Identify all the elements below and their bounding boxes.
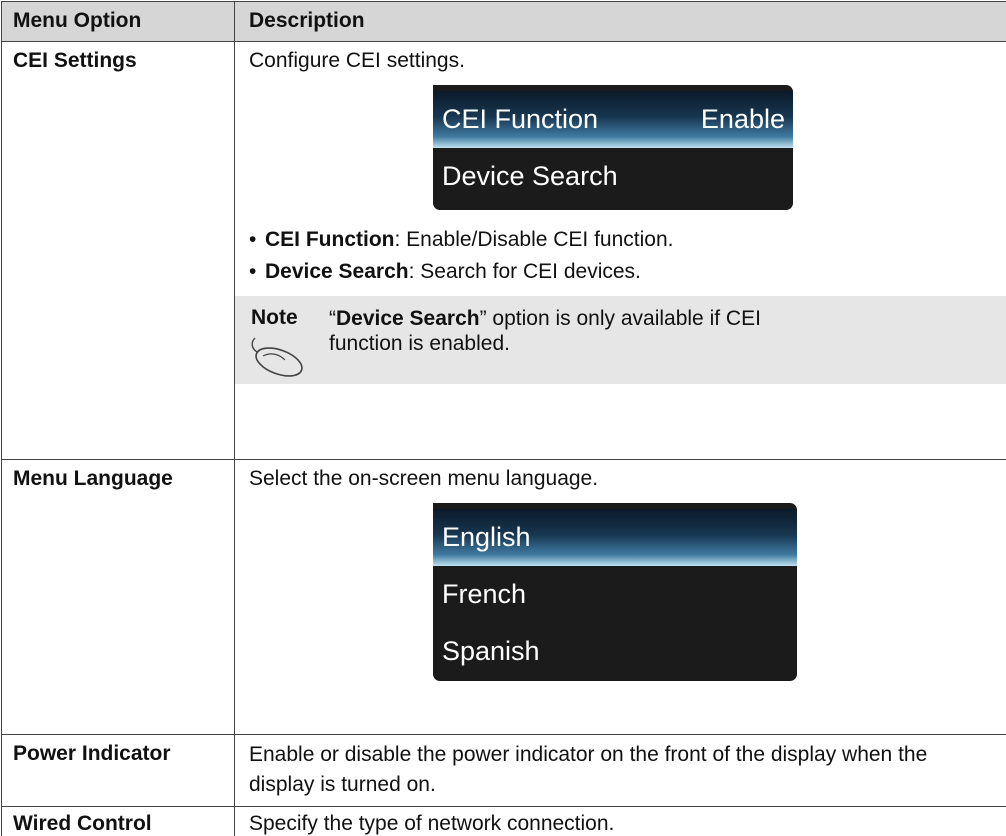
osd-item-spanish[interactable]: Spanish	[433, 623, 797, 680]
osd-item-label: Device Search	[442, 161, 618, 191]
table-row: Menu Language Select the on-screen menu …	[2, 460, 1006, 735]
bullet-text: : Enable/Disable CEI function.	[394, 228, 674, 251]
description-menu-language: Select the on-screen menu language. Engl…	[235, 460, 1006, 734]
note-bold-term: Device Search	[336, 307, 480, 330]
osd-item-device-search[interactable]: Device Search	[433, 148, 793, 205]
table-row: Power Indicator Enable or disable the po…	[2, 735, 1006, 807]
osd-item-french[interactable]: French	[433, 566, 797, 623]
cei-bullet-list: • CEI Function: Enable/Disable CEI functi…	[249, 224, 1006, 288]
language-osd-menu: English French Spanish	[433, 503, 797, 681]
bullet-dot: •	[249, 260, 257, 283]
table-header: Menu Option Description	[2, 2, 1006, 42]
header-description: Description	[249, 9, 365, 32]
list-item: • CEI Function: Enable/Disable CEI functi…	[249, 224, 1006, 256]
bullet-dot: •	[249, 228, 257, 251]
option-cei-settings: CEI Settings	[2, 42, 235, 459]
table-row: CEI Settings Configure CEI settings. CEI…	[2, 42, 1006, 460]
option-power-indicator: Power Indicator	[2, 735, 235, 806]
cei-description-text: Configure CEI settings.	[249, 49, 465, 72]
bullet-term: CEI Function	[265, 228, 395, 251]
osd-item-label: English	[442, 522, 531, 552]
menu-options-table: Menu Option Description CEI Settings Con…	[1, 1, 1006, 836]
language-description-text: Select the on-screen menu language.	[249, 467, 599, 490]
note-label: Note	[251, 306, 298, 329]
bullet-text: : Search for CEI devices.	[408, 260, 641, 283]
list-item: • Device Search: Search for CEI devices.	[249, 256, 1006, 288]
option-wired-control: Wired Control	[2, 807, 235, 836]
cei-osd-menu: CEI Function Enable Device Search	[433, 85, 793, 210]
osd-item-english[interactable]: English	[433, 509, 797, 566]
description-power-indicator: Enable or disable the power indicator on…	[249, 743, 928, 796]
description-cei-settings: Configure CEI settings. CEI Function Ena…	[235, 42, 1006, 459]
option-menu-language: Menu Language	[2, 460, 235, 734]
note-text: “Device Search” option is only available…	[329, 306, 809, 356]
osd-item-label: Spanish	[442, 636, 540, 666]
bullet-term: Device Search	[265, 260, 409, 283]
osd-item-label: CEI Function	[442, 104, 599, 134]
note-open-quote: “	[329, 307, 336, 330]
osd-item-label: French	[442, 579, 527, 609]
osd-item-value: Enable	[700, 104, 785, 134]
mouse-icon	[251, 337, 303, 377]
osd-item-cei-function[interactable]: CEI Function Enable	[433, 91, 793, 148]
table-row: Wired Control Specify the type of networ…	[2, 807, 1006, 836]
description-wired-control: Specify the type of network connection.	[249, 812, 615, 835]
note-box: Note “Device Search” option is only avai…	[235, 296, 1006, 384]
header-menu-option: Menu Option	[2, 2, 235, 41]
